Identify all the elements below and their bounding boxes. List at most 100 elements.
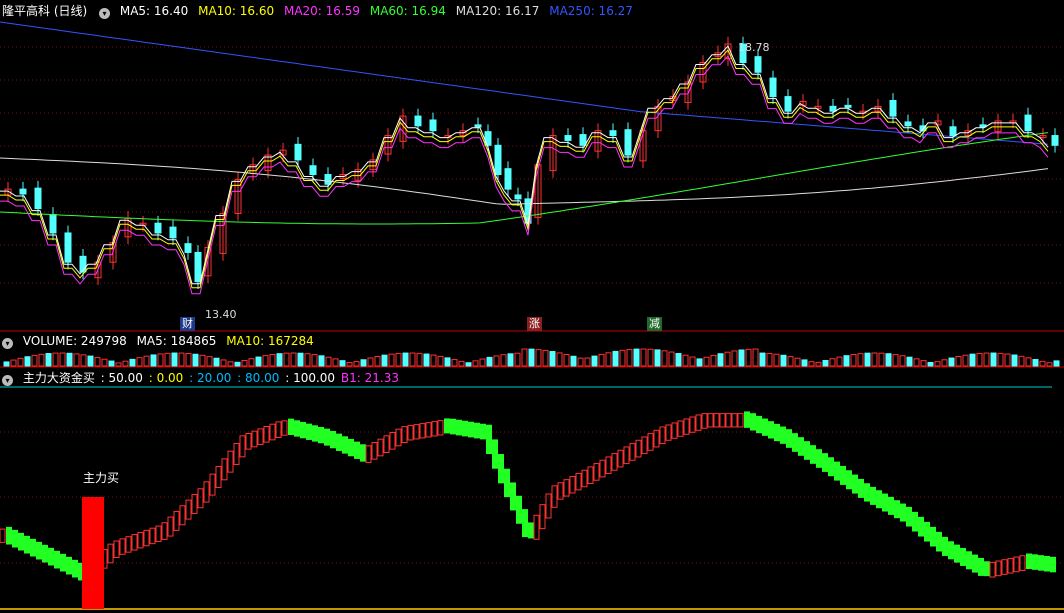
indicator-bar-down <box>918 516 924 537</box>
volume-bar <box>815 361 822 367</box>
volume-bar <box>836 356 843 367</box>
volume-bar <box>1046 362 1053 367</box>
volume-bar <box>654 349 661 367</box>
volume-bar <box>493 355 500 367</box>
candle-body <box>169 226 177 239</box>
indicator-bar-down <box>468 421 474 438</box>
indicator-bar-up <box>131 534 138 551</box>
event-tag-finance[interactable]: 财 <box>180 317 195 331</box>
ma5-line <box>0 45 1049 285</box>
indicator-bar-up <box>239 435 246 458</box>
indicator-bar-up <box>1001 559 1008 575</box>
volume-bar <box>367 357 374 367</box>
indicator-bar-down <box>870 486 876 505</box>
volume-bar <box>535 349 542 367</box>
indicator-bar-down <box>336 433 342 451</box>
volume-bar <box>724 351 731 367</box>
candle-body <box>294 143 302 161</box>
indicator-bar-down <box>450 418 456 435</box>
volume-bar <box>122 360 129 367</box>
volume-bar <box>486 356 493 367</box>
indicator-bar-up <box>197 488 204 509</box>
candle-body <box>184 243 192 253</box>
indicator-bar-up <box>659 426 666 445</box>
indicator-bar-down <box>1050 556 1056 573</box>
volume-bar <box>647 348 654 367</box>
candle-body <box>194 251 202 283</box>
indicator-bar-up <box>155 525 162 543</box>
stock-chart-canvas[interactable] <box>0 0 1064 613</box>
candle-body <box>1051 135 1059 146</box>
indicator-bar-up <box>575 472 582 491</box>
volume-bar <box>304 353 311 367</box>
indicator-bar-down <box>48 547 54 566</box>
volume-bar <box>934 361 941 367</box>
candle-body <box>504 168 512 190</box>
low-price-label: 13.40 <box>205 308 237 321</box>
candle-body <box>474 124 482 128</box>
indicator-bar-down <box>786 429 792 448</box>
volume-bar <box>584 357 591 367</box>
indicator-bar-down <box>72 559 78 578</box>
indicator-bar-down <box>516 495 522 524</box>
indicator-bar-down <box>1026 553 1032 569</box>
indicator-bar-up <box>377 438 384 457</box>
indicator-bar-down <box>42 544 48 563</box>
volume-bar <box>500 354 507 367</box>
volume-bar <box>822 360 829 367</box>
candle-body <box>324 174 332 185</box>
event-tag-reduce[interactable]: 减 <box>647 317 662 331</box>
indicator-bar-down <box>912 511 918 532</box>
volume-bar <box>920 360 927 367</box>
indicator-bar-up <box>431 421 438 437</box>
indicator-bar-up <box>0 528 6 543</box>
volume-bar <box>885 353 892 367</box>
candle-body <box>429 119 437 132</box>
volume-bar <box>339 360 346 367</box>
indicator-bar-down <box>444 418 450 434</box>
indicator-bar-down <box>306 423 312 440</box>
candle-body <box>1024 114 1032 132</box>
indicator-bar-up <box>731 413 738 428</box>
indicator-bar-down <box>54 550 60 569</box>
volume-bar <box>150 354 157 367</box>
volume-bar <box>892 354 899 367</box>
indicator-bar-up <box>245 433 252 450</box>
candle-body <box>609 130 617 137</box>
candle-body <box>949 126 957 137</box>
volume-bar <box>997 352 1004 367</box>
volume-bar <box>773 353 780 367</box>
volume-bar <box>787 356 794 367</box>
volume-bar <box>948 357 955 367</box>
volume-bar <box>843 355 850 367</box>
indicator-bar-down <box>744 411 750 428</box>
volume-bar <box>157 353 164 367</box>
indicator-bar-down <box>864 483 870 502</box>
indicator-bar-up <box>113 540 120 558</box>
volume-bar <box>703 356 710 367</box>
event-tag-rise[interactable]: 涨 <box>527 317 542 331</box>
indicator-bar-up <box>719 413 726 428</box>
indicator-bar-down <box>852 474 858 494</box>
volume-bar <box>94 357 101 367</box>
indicator-bar-up <box>569 476 576 494</box>
indicator-bar-up <box>635 439 642 458</box>
volume-bar <box>360 359 367 367</box>
indicator-bar-down <box>12 529 18 548</box>
volume-bar <box>983 352 990 367</box>
indicator-bar-down <box>6 526 12 545</box>
volume-bar <box>409 352 416 367</box>
indicator-bar-up <box>737 413 744 428</box>
indicator-bar-down <box>798 437 804 456</box>
volume-bar <box>115 362 122 367</box>
indicator-bar-up <box>647 433 654 451</box>
indicator-bar-down <box>312 425 318 442</box>
volume-bar <box>297 352 304 367</box>
indicator-bar-down <box>756 415 762 434</box>
volume-bar <box>864 352 871 367</box>
indicator-bar-down <box>348 438 354 457</box>
volume-bar <box>731 350 738 367</box>
ma10-line <box>0 49 1049 289</box>
indicator-bar-up <box>689 416 696 433</box>
indicator-bar-up <box>257 428 264 445</box>
